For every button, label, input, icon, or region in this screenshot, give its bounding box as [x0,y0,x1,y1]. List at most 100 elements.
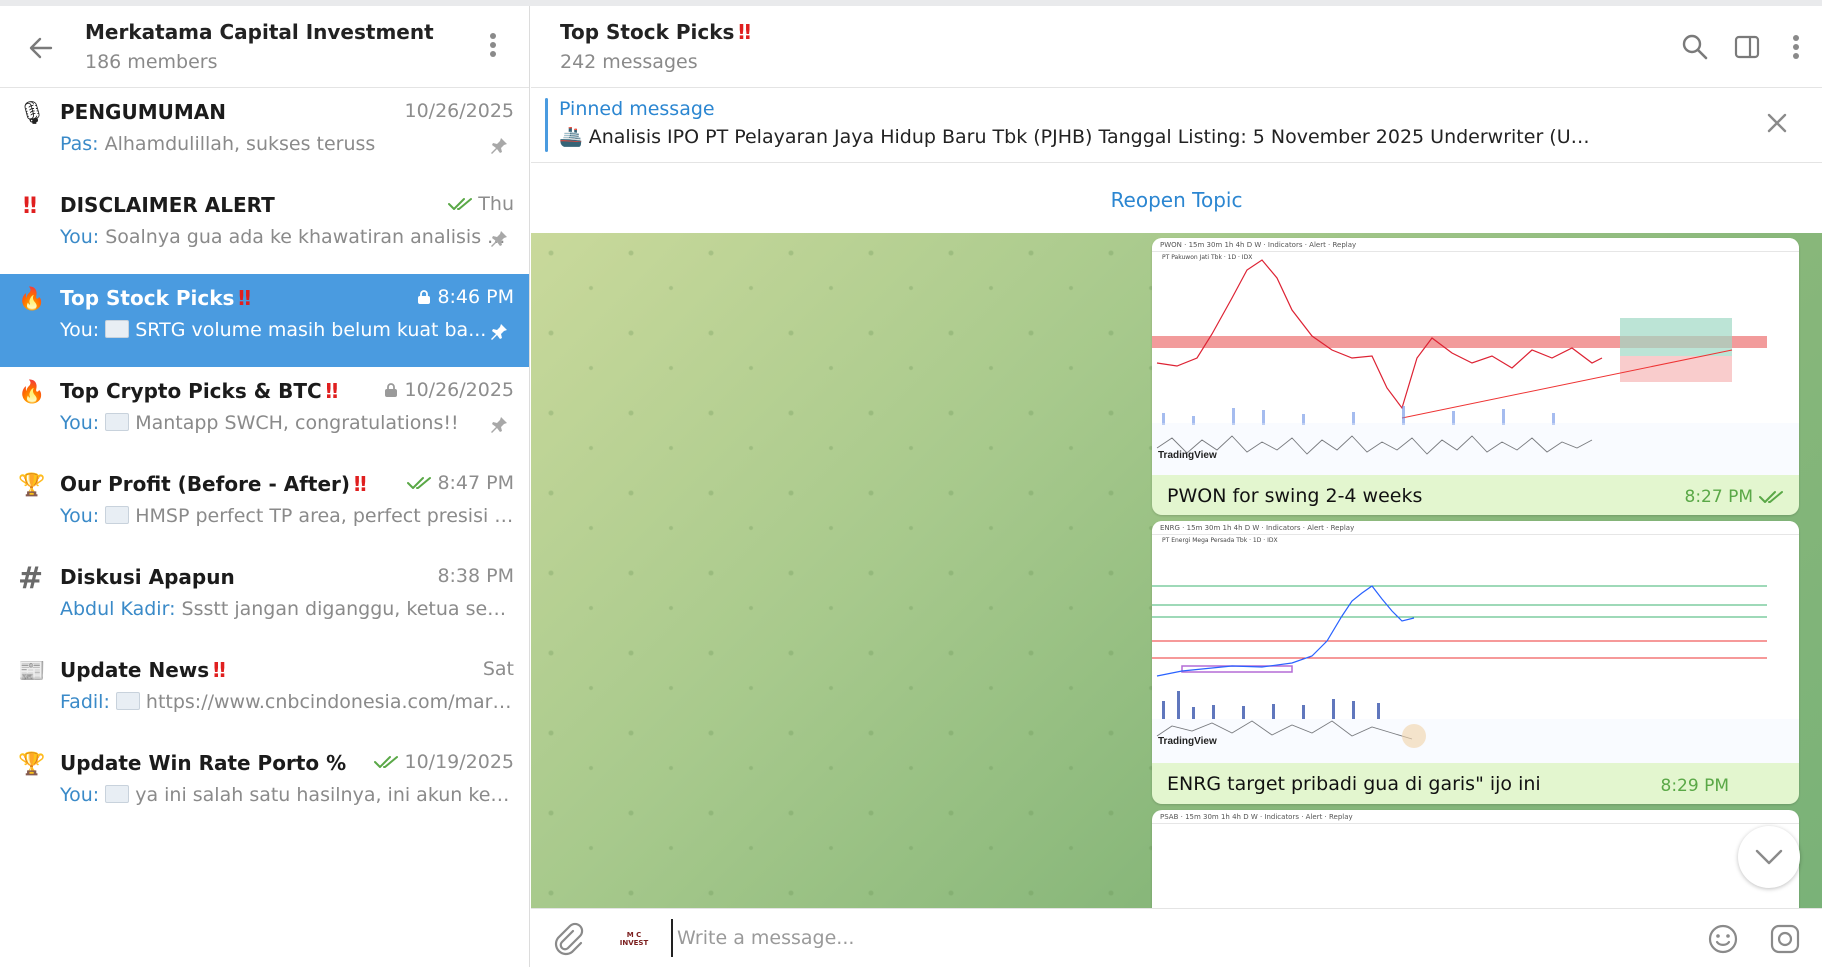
chart-image-enrg[interactable]: ENRG · 15m 30m 1h 4h D W · Indicators · … [1152,521,1799,763]
topic-item[interactable]: 📰 Update News ‼ Sat Fadil: https://www.cnbci… [0,646,529,739]
paperclip-icon[interactable] [551,922,585,956]
topic-item[interactable]: 🎙 PENGUMUMAN 10/26/2025 Pas: Alhamdulillah,… [0,88,529,181]
topic-name: Top Crypto Picks & BTC ‼ [60,379,338,403]
candlestick-chart [1152,585,1799,763]
chat-panel: Top Stock Picks ‼ 242 messages Pinned mes… [531,6,1822,967]
tradingview-logo: TradingView [1158,736,1217,747]
double-exclamation-icon: ‼ [213,658,225,682]
chart-ticker: PSAB [1160,813,1179,821]
topic-preview: You: Soalnya gua ada ke khawatiran anali… [60,226,515,248]
topic-name-text: Top Crypto Picks & BTC [60,379,322,403]
message-composer: M C INVEST [531,908,1822,967]
chart-image-pwon[interactable]: PWON · 15m 30m 1h 4h D W · Indicators · … [1152,238,1799,475]
topic-name: Our Profit (Before - After) ‼ [60,472,366,496]
preview-text: https://www.cnbcindonesia.com/marke... [145,691,515,713]
trophy-icon: 🏆 [18,473,46,498]
topic-item[interactable]: # Diskusi Apapun 8:38 PM Abdul Kadir: Ssstt… [0,553,529,646]
topic-item[interactable]: ‼ DISCLAIMER ALERT Thu You: Soalnya gua ada… [0,181,529,274]
preview-text: Mantapp SWCH, congratulations!! [135,412,459,434]
preview-sender: You: [60,319,100,341]
topic-time: Thu [448,193,514,215]
topic-preview: Abdul Kadir: Ssstt jangan diganggu, ketu… [60,598,515,620]
topic-preview: You: Mantapp SWCH, congratulations!! [60,412,515,434]
hash-icon: # [18,561,44,596]
chat-title: Top Stock Picks ‼ [560,20,751,44]
close-icon[interactable] [1762,108,1792,138]
message-time: 8:29 PM [1660,776,1730,796]
double-exclamation-icon: ‼ [325,379,338,403]
topic-item[interactable]: 🏆 Our Profit (Before - After) ‼ 8:47 PM You:… [0,460,529,553]
preview-sender: You: [60,226,100,248]
topic-name: PENGUMUMAN [60,100,226,124]
double-exclamation-icon: ‼ [354,472,366,496]
message-time: 8:27 PM [1684,487,1754,507]
pinned-label: Pinned message [559,98,715,120]
topic-name: Update News ‼ [60,658,226,682]
preview-thumbnail [115,692,140,710]
message-bubble[interactable]: PSAB · 15m 30m 1h 4h D W · Indicators · … [1152,810,1799,908]
preview-sender: Abdul Kadir: [60,598,176,620]
preview-text: Ssstt jangan diganggu, ketua sedan... [181,598,515,620]
double-exclamation-icon: ‼ [23,194,37,219]
message-area: PWON · 15m 30m 1h 4h D W · Indicators · … [531,233,1822,908]
tradingview-logo: TradingView [1158,450,1217,461]
chevron-down-icon [1755,849,1783,865]
topic-time-text: Sat [482,658,514,680]
preview-sender: You: [60,784,100,806]
member-count: 186 members [85,51,218,73]
topic-name-text: PENGUMUMAN [60,100,226,124]
topic-time: 8:38 PM [437,565,514,587]
pinned-text: 🚢 Analisis IPO PT Pelayaran Jaya Hidup B… [559,126,1599,148]
double-exclamation-icon: ‼ [738,20,750,44]
topic-item[interactable]: 🏆 Update Win Rate Porto % 10/19/2025 You: y… [0,739,529,832]
chat-title-text: Top Stock Picks [560,20,735,44]
back-arrow-icon[interactable] [26,33,56,63]
topic-name-text: Diskusi Apapun [60,565,235,589]
topic-name-text: Update Win Rate Porto % [60,751,347,775]
topic-name: DISCLAIMER ALERT [60,193,275,217]
more-menu-icon[interactable] [1786,32,1806,62]
pin-icon [491,231,507,247]
topic-time: 10/26/2025 [404,100,514,122]
topic-time: Sat [483,658,514,680]
topic-list: 🎙 PENGUMUMAN 10/26/2025 Pas: Alhamdulillah,… [0,88,529,832]
search-icon[interactable] [1680,32,1710,62]
double-check-icon [374,756,399,768]
topic-name: Diskusi Apapun [60,565,235,589]
topic-item[interactable]: 🔥 Top Stock Picks ‼ 8:46 PM You: SRTG volume… [0,274,529,367]
pinned-message-bar[interactable]: Pinned message 🚢 Analisis IPO PT Pelayar… [531,88,1822,163]
topic-preview: Pas: Alhamdulillah, sukses teruss [60,133,515,155]
topic-time-text: 8:47 PM [437,472,514,494]
message-input[interactable] [671,919,1671,957]
topic-time-text: Thu [478,193,514,215]
preview-text: ya ini salah satu hasilnya, ini akun kec… [135,784,515,806]
reopen-topic-button[interactable]: Reopen Topic [1111,188,1243,212]
video-message-icon[interactable] [1768,922,1802,956]
microphone-icon: 🎙 [18,101,46,126]
topic-time: 10/26/2025 [384,379,514,401]
message-bubble[interactable]: ENRG · 15m 30m 1h 4h D W · Indicators · … [1152,521,1799,804]
send-as-avatar[interactable]: M C INVEST [611,931,657,947]
topic-time: 8:46 PM [417,286,514,308]
topic-name-text: DISCLAIMER ALERT [60,193,275,217]
topic-time-text: 8:46 PM [437,286,514,308]
topic-time-text: 10/26/2025 [404,100,514,122]
preview-thumbnail [105,320,130,338]
double-check-icon [407,477,432,489]
pin-indicator [545,98,548,152]
topic-time: 8:47 PM [407,472,514,494]
sidebar-toggle-icon[interactable] [1732,32,1762,62]
scroll-down-button[interactable] [1738,826,1800,888]
emoji-icon[interactable] [1706,922,1740,956]
topic-preview: You: SRTG volume masih belum kuat ba... [60,319,515,341]
message-meta: 8:27 PM [1685,487,1786,507]
topics-panel: Merkatama Capital Investment 186 members… [0,6,530,967]
topic-preview: You: ya ini salah satu hasilnya, ini aku… [60,784,515,806]
more-menu-icon[interactable] [483,30,503,64]
pin-icon [491,417,507,433]
message-bubble[interactable]: PWON · 15m 30m 1h 4h D W · Indicators · … [1152,238,1799,515]
fire-icon: 🔥 [18,380,46,405]
topic-item[interactable]: 🔥 Top Crypto Picks & BTC ‼ 10/26/2025 You: M… [0,367,529,460]
double-exclamation-icon: ‼ [238,286,250,310]
lock-icon [385,383,398,397]
